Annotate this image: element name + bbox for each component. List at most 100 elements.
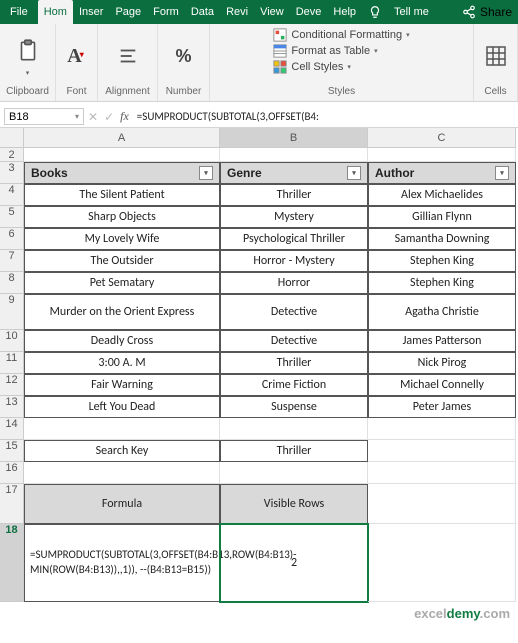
share-button[interactable]: Share <box>456 0 518 24</box>
row-header[interactable]: 14 <box>0 418 24 440</box>
name-box[interactable]: B18▾ <box>4 108 84 125</box>
tellme-icon[interactable] <box>362 0 388 24</box>
cell[interactable]: Horror <box>220 272 368 294</box>
tab-insert[interactable]: Inser <box>73 0 109 24</box>
formula-cell[interactable]: =SUMPRODUCT(SUBTOTAL(3,OFFSET(B4:B13,ROW… <box>24 524 220 602</box>
cell[interactable] <box>368 418 516 440</box>
tab-help[interactable]: Help <box>327 0 362 24</box>
col-header-a[interactable]: A <box>24 128 220 148</box>
cell[interactable]: My Lovely Wife <box>24 228 220 250</box>
paste-button[interactable] <box>12 35 44 67</box>
cell[interactable]: James Patterson <box>368 330 516 352</box>
cell[interactable]: Stephen King <box>368 250 516 272</box>
cell[interactable]: Left You Dead <box>24 396 220 418</box>
formula-input[interactable] <box>133 106 518 127</box>
col-header-c[interactable]: C <box>368 128 516 148</box>
row-header[interactable]: 11 <box>0 352 24 374</box>
row-header[interactable]: 12 <box>0 374 24 396</box>
tab-home[interactable]: Hom <box>38 0 73 24</box>
cell[interactable]: Suspense <box>220 396 368 418</box>
cell[interactable]: Mystery <box>220 206 368 228</box>
fx-icon[interactable]: fx <box>120 109 129 124</box>
cell[interactable]: Detective <box>220 294 368 330</box>
row-header[interactable]: 3 <box>0 162 24 184</box>
cell[interactable]: Deadly Cross <box>24 330 220 352</box>
col-header-b[interactable]: B <box>220 128 368 148</box>
cell[interactable]: Agatha Christie <box>368 294 516 330</box>
chevron-down-icon[interactable]: ▾ <box>26 69 30 77</box>
cell[interactable]: The Silent Patient <box>24 184 220 206</box>
number-button[interactable]: % <box>168 40 200 72</box>
filter-button[interactable]: ▾ <box>347 166 361 180</box>
cell[interactable]: Sharp Objects <box>24 206 220 228</box>
cell[interactable]: Fair Warning <box>24 374 220 396</box>
cell[interactable] <box>220 148 368 162</box>
spreadsheet-grid[interactable]: A B C 2 3 Books▾ Genre▾ Author▾ 4 The Si… <box>0 128 518 602</box>
cell[interactable]: Psychological Thriller <box>220 228 368 250</box>
visible-rows-result[interactable]: 2 <box>220 524 368 602</box>
row-header[interactable]: 2 <box>0 148 24 162</box>
author-header[interactable]: Author▾ <box>368 162 516 184</box>
row-header[interactable]: 15 <box>0 440 24 462</box>
tab-review[interactable]: Revi <box>220 0 254 24</box>
cell[interactable]: Detective <box>220 330 368 352</box>
row-header[interactable]: 17 <box>0 484 24 524</box>
cell[interactable]: 3:00 A. M <box>24 352 220 374</box>
cell[interactable]: Alex Michaelides <box>368 184 516 206</box>
tab-page[interactable]: Page <box>109 0 147 24</box>
font-button[interactable]: A▾ <box>61 40 93 72</box>
cell[interactable]: Pet Sematary <box>24 272 220 294</box>
filter-button[interactable]: ▾ <box>199 166 213 180</box>
cell[interactable] <box>220 462 368 484</box>
formula-header[interactable]: Formula <box>24 484 220 524</box>
tab-view[interactable]: View <box>254 0 290 24</box>
genre-header[interactable]: Genre▾ <box>220 162 368 184</box>
tab-data[interactable]: Data <box>185 0 220 24</box>
row-header[interactable]: 10 <box>0 330 24 352</box>
cell[interactable]: Thriller <box>220 352 368 374</box>
cell[interactable]: Peter James <box>368 396 516 418</box>
cell[interactable] <box>24 148 220 162</box>
tellme-text[interactable]: Tell me <box>388 0 435 24</box>
cell[interactable] <box>368 440 516 462</box>
cell[interactable]: Horror - Mystery <box>220 250 368 272</box>
cancel-icon[interactable]: ✕ <box>88 110 98 124</box>
search-key-label[interactable]: Search Key <box>24 440 220 462</box>
cell[interactable]: Gillian Flynn <box>368 206 516 228</box>
cell[interactable]: Samantha Downing <box>368 228 516 250</box>
cell[interactable] <box>368 524 516 602</box>
cell[interactable] <box>220 418 368 440</box>
cell[interactable]: Michael Connelly <box>368 374 516 396</box>
cell[interactable]: Murder on the Orient Express <box>24 294 220 330</box>
cell[interactable]: The Outsider <box>24 250 220 272</box>
cell[interactable] <box>368 148 516 162</box>
select-all-corner[interactable] <box>0 128 24 148</box>
row-header[interactable]: 13 <box>0 396 24 418</box>
row-header[interactable]: 8 <box>0 272 24 294</box>
row-header[interactable]: 5 <box>0 206 24 228</box>
visible-rows-header[interactable]: Visible Rows <box>220 484 368 524</box>
cell[interactable] <box>24 418 220 440</box>
row-header[interactable]: 18 <box>0 524 24 602</box>
row-header[interactable]: 4 <box>0 184 24 206</box>
format-as-table-button[interactable]: Format as Table▾ <box>273 44 377 58</box>
row-header[interactable]: 7 <box>0 250 24 272</box>
alignment-button[interactable] <box>112 40 144 72</box>
conditional-formatting-button[interactable]: Conditional Formatting▾ <box>273 28 409 42</box>
accept-icon[interactable]: ✓ <box>104 110 114 124</box>
row-header[interactable]: 6 <box>0 228 24 250</box>
tab-developer[interactable]: Deve <box>290 0 328 24</box>
cell[interactable] <box>368 462 516 484</box>
cell[interactable] <box>24 462 220 484</box>
cells-button[interactable] <box>480 40 512 72</box>
tab-formulas[interactable]: Form <box>147 0 185 24</box>
cell-styles-button[interactable]: Cell Styles▾ <box>273 60 350 74</box>
cell[interactable]: Thriller <box>220 184 368 206</box>
search-key-value[interactable]: Thriller <box>220 440 368 462</box>
filter-button[interactable]: ▾ <box>495 166 509 180</box>
books-header[interactable]: Books▾ <box>24 162 220 184</box>
row-header[interactable]: 9 <box>0 294 24 330</box>
cell[interactable] <box>368 484 516 524</box>
cell[interactable]: Crime Fiction <box>220 374 368 396</box>
cell[interactable]: Stephen King <box>368 272 516 294</box>
